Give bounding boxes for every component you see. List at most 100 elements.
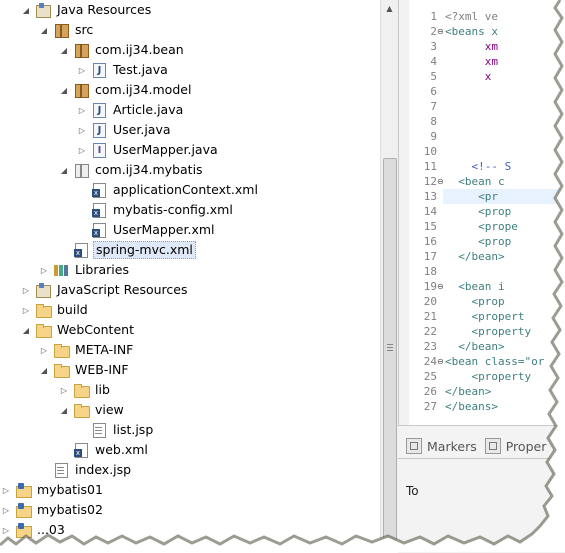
tree-item[interactable]: ▷ lib — [58, 380, 112, 400]
tree-item[interactable]: ◢ com.ij34.model — [58, 80, 193, 100]
tree-item[interactable]: UserMapper.xml — [76, 220, 217, 240]
tree-scrollbar-thumb[interactable] — [383, 158, 397, 540]
code-line[interactable]: <bean i — [445, 279, 504, 294]
collapsed-arrow-icon[interactable]: ▷ — [76, 140, 88, 160]
tree-item-label: list.jsp — [113, 422, 154, 437]
folder-icon — [35, 302, 52, 318]
code-line[interactable]: <property — [445, 369, 531, 384]
tab-markers[interactable]: Markers — [406, 438, 477, 454]
collapsed-arrow-icon[interactable]: ▷ — [0, 480, 12, 500]
expanded-arrow-icon[interactable]: ◢ — [38, 20, 50, 40]
tree-item[interactable]: ▷ build — [20, 300, 90, 320]
tree-item-label: mybatis-config.xml — [113, 202, 233, 217]
java-interface-icon — [91, 142, 107, 158]
code-line[interactable]: <bean c — [445, 174, 504, 189]
line-number: 21 — [423, 310, 437, 323]
expanded-arrow-icon[interactable]: ◢ — [20, 320, 32, 340]
collapsed-arrow-icon[interactable]: ▷ — [0, 500, 12, 520]
collapsed-arrow-icon[interactable]: ▷ — [0, 520, 12, 540]
tree-item[interactable]: index.jsp — [38, 460, 133, 480]
code-line[interactable]: <pr — [445, 189, 498, 204]
java-file-icon — [91, 122, 107, 138]
expanded-arrow-icon[interactable]: ◢ — [38, 360, 50, 380]
collapsed-arrow-icon[interactable]: ▷ — [58, 380, 70, 400]
markers-icon — [406, 438, 422, 454]
views-content-text: To — [406, 484, 419, 498]
code-line[interactable]: <prop — [445, 294, 504, 309]
fold-toggle-icon[interactable]: ⊖ — [437, 354, 444, 369]
collapsed-arrow-icon[interactable]: ▷ — [76, 60, 88, 80]
tree-item[interactable]: ▷ User.java — [76, 120, 173, 140]
code-line[interactable]: <beans x — [445, 24, 498, 39]
tree-item[interactable]: ◢ Java Resources — [20, 0, 153, 20]
code-line[interactable]: <propert — [445, 309, 524, 324]
line-number: 23 — [423, 340, 437, 353]
tree-item[interactable]: ◢ com.ij34.mybatis — [58, 160, 205, 180]
expanded-arrow-icon[interactable]: ◢ — [58, 400, 70, 420]
scroll-up-arrow-icon[interactable]: ▲ — [381, 0, 398, 17]
tree-item[interactable]: ◢ view — [58, 400, 126, 420]
tree-item[interactable]: mybatis-config.xml — [76, 200, 235, 220]
code-line[interactable]: <prope — [445, 219, 518, 234]
code-line[interactable]: <prop — [445, 234, 511, 249]
code-line[interactable]: </bean> — [445, 384, 491, 399]
bottom-views-panel: Markers Proper To — [398, 425, 565, 553]
code-line[interactable]: <bean class="or — [445, 354, 544, 369]
line-number: 9 — [430, 130, 437, 143]
line-number: 14 — [423, 205, 437, 218]
tree-item[interactable]: ◢ WebContent — [20, 320, 136, 340]
code-line[interactable]: </beans> — [445, 399, 498, 414]
collapsed-arrow-icon[interactable]: ▷ — [76, 120, 88, 140]
collapsed-arrow-icon[interactable]: ▷ — [38, 260, 50, 280]
tree-item[interactable]: ▷ JavaScript Resources — [20, 280, 189, 300]
expanded-arrow-icon[interactable]: ◢ — [58, 80, 70, 100]
code-line[interactable]: x — [445, 69, 492, 84]
tree-item[interactable]: ▷ ...03 — [0, 520, 67, 540]
package-white-icon — [73, 162, 89, 178]
tree-item[interactable]: ◢ src — [38, 20, 95, 40]
tree-item-label: lib — [95, 382, 110, 397]
collapsed-arrow-icon[interactable]: ▷ — [76, 100, 88, 120]
tree-scrollbar[interactable]: ▲ ▼ — [380, 0, 398, 552]
tree-item[interactable]: ▷ Libraries — [38, 260, 131, 280]
scroll-down-arrow-icon[interactable]: ▼ — [381, 535, 398, 552]
code-line[interactable]: <prop — [445, 204, 511, 219]
tree-item[interactable]: ▷ Article.java — [76, 100, 185, 120]
fold-toggle-icon[interactable]: ⊖ — [437, 24, 444, 39]
code-line[interactable]: <property — [445, 324, 531, 339]
collapsed-arrow-icon[interactable]: ▷ — [20, 280, 32, 300]
code-line[interactable]: xm — [445, 39, 498, 54]
expanded-arrow-icon[interactable]: ◢ — [58, 160, 70, 180]
tree-item[interactable]: ▷ META-INF — [38, 340, 135, 360]
code-line[interactable]: xm — [445, 54, 498, 69]
tree-item-label: com.ij34.bean — [95, 42, 184, 57]
project-icon — [15, 502, 32, 518]
code-line[interactable]: </bean> — [445, 249, 504, 264]
tree-item[interactable]: ◢ com.ij34.bean — [58, 40, 186, 60]
tab-properties[interactable]: Proper — [484, 438, 546, 454]
tree-item[interactable]: applicationContext.xml — [76, 180, 260, 200]
line-number: 10 — [423, 145, 437, 158]
tree-item[interactable]: ▷ mybatis01 — [0, 480, 105, 500]
expanded-arrow-icon[interactable]: ◢ — [20, 0, 32, 20]
expanded-arrow-icon[interactable]: ◢ — [58, 40, 70, 60]
collapsed-arrow-icon[interactable]: ▷ — [38, 340, 50, 360]
tree-item[interactable]: list.jsp — [76, 420, 155, 440]
collapsed-arrow-icon[interactable]: ▷ — [20, 300, 32, 320]
tree-item[interactable]: ◢ WEB-INF — [38, 360, 131, 380]
tree-item[interactable]: ▷ UserMapper.java — [76, 140, 220, 160]
tree-item[interactable]: web.xml — [58, 440, 150, 460]
tree-item-label: Java Resources — [57, 2, 152, 17]
folder-icon — [73, 402, 90, 418]
tree-item[interactable]: ▷ Test.java — [76, 60, 170, 80]
line-number: 13 — [423, 190, 437, 203]
code-line[interactable]: </bean> — [445, 339, 504, 354]
tree-item[interactable]: ▷ mybatis02 — [0, 500, 105, 520]
code-line[interactable]: <?xml ve — [445, 9, 498, 24]
fold-toggle-icon[interactable]: ⊖ — [437, 174, 444, 189]
code-line[interactable]: <!-- S — [445, 159, 511, 174]
tree-item[interactable]: spring-mvc.xml — [58, 240, 196, 260]
fold-toggle-icon[interactable]: ⊖ — [437, 279, 444, 294]
